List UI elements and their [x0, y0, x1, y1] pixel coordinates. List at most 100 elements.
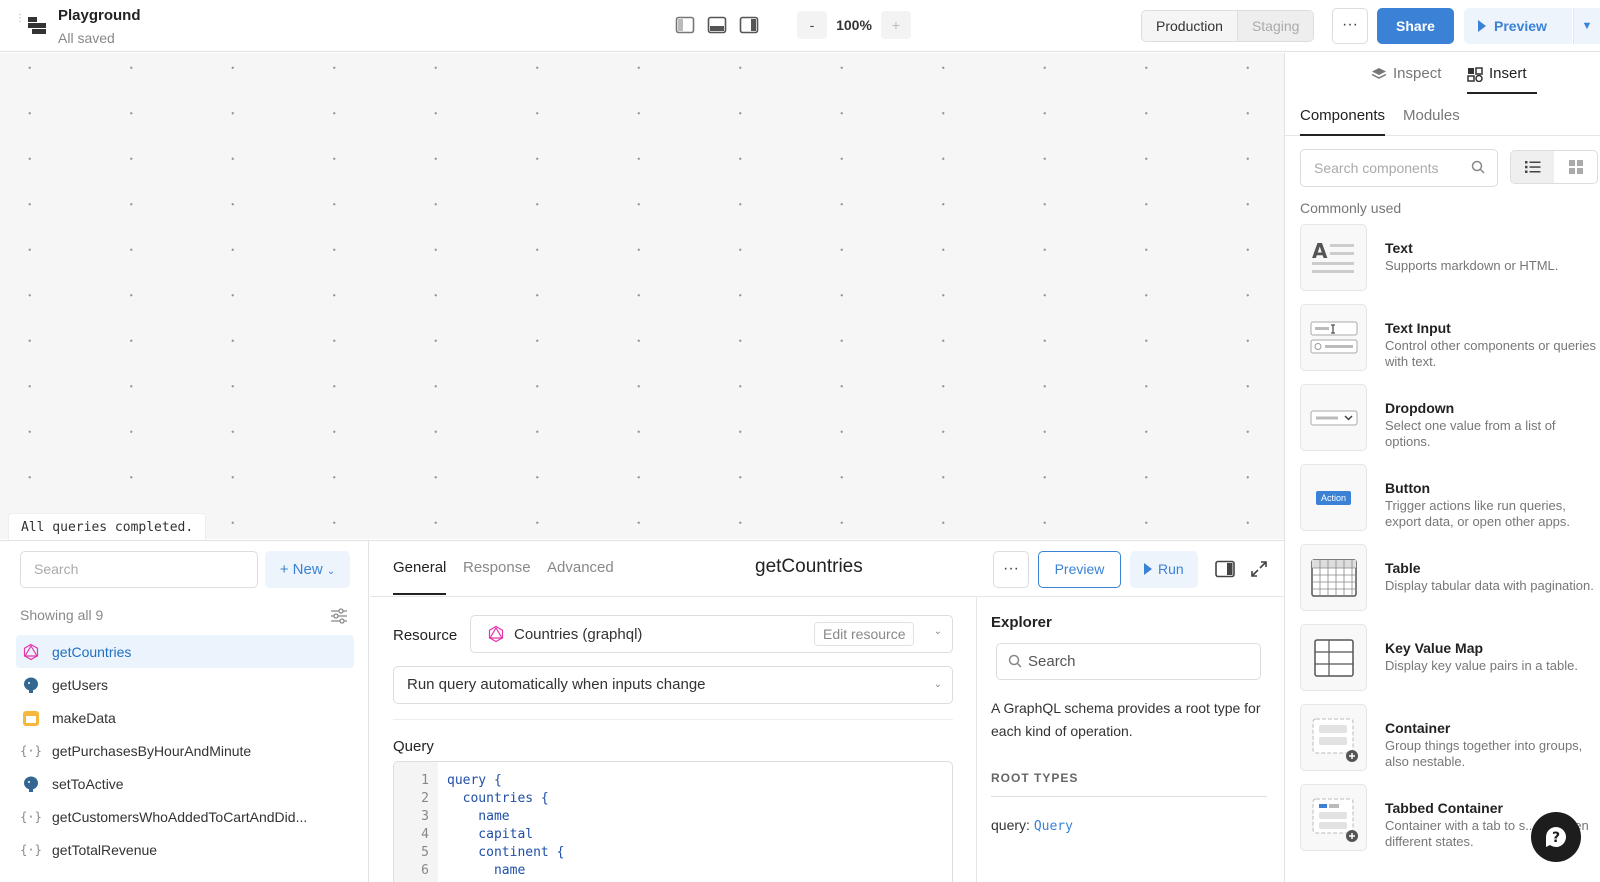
app-canvas[interactable] [0, 53, 1284, 539]
run-mode-select[interactable]: Run query automatically when inputs chan… [393, 666, 953, 704]
schema-explorer: Explorer Search A GraphQL schema provide… [978, 597, 1284, 882]
js-braces-icon: {·} [20, 810, 42, 824]
component-description: Trigger actions like run queries, export… [1385, 498, 1571, 529]
component-text[interactable]: A Text Supports markdown or HTML. [1300, 224, 1600, 304]
app-title[interactable]: Playground [58, 7, 141, 24]
run-button[interactable]: Run [1130, 551, 1198, 588]
save-status: All saved [58, 30, 115, 46]
share-button[interactable]: Share [1377, 8, 1454, 44]
query-preview-button[interactable]: Preview [1038, 551, 1121, 588]
edit-resource-button[interactable]: Edit resource [814, 622, 915, 646]
component-name: Text Input [1385, 320, 1451, 336]
component-table[interactable]: Table Display tabular data with paginati… [1300, 544, 1600, 624]
tab-inspect[interactable]: Inspect [1371, 65, 1441, 82]
tab-inspect-label: Inspect [1393, 65, 1442, 82]
query-general-settings: Resource Countries (graphql) Edit resour… [370, 597, 977, 882]
query-item-makedata[interactable]: makeData [16, 701, 354, 734]
query-label: Query [393, 738, 434, 755]
query-search-input[interactable]: Search [20, 551, 258, 588]
component-container[interactable]: Container Group things together into gro… [1300, 704, 1600, 784]
line-text: name [447, 863, 526, 878]
zoom-out-button[interactable]: - [797, 11, 827, 39]
preview-button[interactable]: Preview [1464, 8, 1572, 44]
right-panel-toggle-icon[interactable] [739, 15, 759, 35]
query-item-gettotalrevenue[interactable]: {·} getTotalRevenue [16, 833, 354, 866]
tab-advanced[interactable]: Advanced [547, 559, 614, 576]
component-key-value-map[interactable]: Key Value Map Display key value pairs in… [1300, 624, 1600, 704]
component-dropdown[interactable]: Dropdown Select one value from a list of… [1300, 384, 1600, 464]
explorer-search-input[interactable]: Search [996, 643, 1261, 680]
divider [991, 796, 1267, 797]
code-line: 1 query { [394, 772, 952, 790]
zoom-level: 100% [836, 17, 872, 33]
component-text-input[interactable]: Text Input Control other components or q… [1300, 304, 1600, 384]
new-query-label: + New [279, 561, 323, 578]
left-panel-toggle-icon[interactable] [675, 15, 695, 35]
component-description: Control other components or queries with… [1385, 338, 1597, 369]
line-text: continent { [447, 845, 565, 860]
more-options-button[interactable]: ··· [1332, 8, 1368, 44]
key-value-map-icon [1313, 638, 1354, 677]
line-number: 4 [421, 827, 429, 842]
tab-response[interactable]: Response [463, 559, 531, 576]
list-view-button[interactable] [1511, 151, 1554, 183]
drag-handle-icon[interactable]: ⋮ [15, 14, 25, 32]
query-title[interactable]: getCountries [755, 556, 863, 578]
side-panel-toggle-icon[interactable] [1215, 560, 1235, 578]
expand-icon[interactable] [1250, 560, 1268, 578]
zoom-in-button[interactable]: + [881, 11, 911, 39]
query-more-button[interactable]: ··· [993, 551, 1029, 588]
line-text: query { [447, 773, 502, 788]
explorer-title: Explorer [991, 614, 1052, 631]
insert-component-icon [1467, 66, 1483, 82]
graphql-icon [488, 625, 504, 643]
new-query-button[interactable]: + New ⌄ [265, 551, 350, 588]
postgres-icon [21, 675, 41, 695]
component-description: Display tabular data with pagination. [1385, 578, 1594, 593]
help-button[interactable]: ? [1531, 812, 1581, 862]
chevron-down-icon: ⌄ [933, 626, 942, 637]
tab-components[interactable]: Components [1300, 107, 1386, 136]
explorer-search-placeholder: Search [1028, 653, 1076, 670]
query-item-settoactive[interactable]: setToActive [16, 767, 354, 800]
filter-sliders-icon[interactable] [330, 607, 348, 625]
env-production-button[interactable]: Production [1142, 11, 1237, 41]
env-staging-button[interactable]: Staging [1236, 11, 1314, 41]
text-input-thumbnail [1300, 304, 1367, 371]
query-item-getusers[interactable]: getUsers [16, 668, 354, 701]
resource-name: Countries (graphql) [514, 626, 643, 643]
query-code-editor[interactable]: 1 query { 2 countries { 3 name 4 capital … [393, 761, 953, 882]
key-value-map-thumbnail [1300, 624, 1367, 691]
zoom-control: - 100% + [797, 11, 911, 39]
bottom-panel-toggle-icon[interactable] [707, 15, 727, 35]
tab-modules[interactable]: Modules [1403, 107, 1460, 124]
root-type-query: query: Query [991, 817, 1073, 834]
list-icon [1524, 161, 1540, 173]
query-item-getpurchasesbyhourandminute[interactable]: {·} getPurchasesByHourAndMinute [16, 734, 354, 767]
component-description: Supports markdown or HTML. [1385, 258, 1559, 273]
divider [393, 719, 953, 720]
query-name: getTotalRevenue [52, 841, 158, 858]
root-type-query-link[interactable]: Query [1034, 819, 1073, 834]
component-button[interactable]: Action Button Trigger actions like run q… [1300, 464, 1600, 544]
text-component-icon: A [1311, 239, 1354, 273]
preview-dropdown-chevron-icon[interactable]: ▼ [1573, 8, 1600, 44]
query-name: getCustomersWhoAddedToCartAndDid... [52, 808, 308, 825]
query-item-getcustomerswhoaddedtocart[interactable]: {·} getCustomersWhoAddedToCartAndDid... [16, 800, 354, 833]
code-line: 3 name [394, 808, 952, 826]
js-braces-icon: {·} [20, 744, 42, 758]
resource-select[interactable]: Countries (graphql) Edit resource ⌄ [470, 615, 953, 653]
play-icon [1478, 20, 1486, 32]
query-panel: Search + New ⌄ Showing all 9 getCountrie… [0, 540, 1284, 882]
tab-general[interactable]: General [393, 559, 447, 595]
search-icon [1471, 160, 1485, 174]
top-bar: ⋮ Playground All saved - 100% + Producti… [0, 0, 1600, 52]
grid-view-button[interactable] [1554, 151, 1597, 183]
tab-insert[interactable]: Insert [1467, 65, 1536, 94]
query-item-getcountries[interactable]: getCountries [16, 635, 354, 668]
component-search-input[interactable]: Search components [1300, 149, 1498, 187]
search-icon [1008, 654, 1022, 668]
app-logo-icon[interactable] [26, 14, 48, 36]
component-name: Button [1385, 480, 1431, 496]
line-number: 3 [421, 809, 429, 824]
